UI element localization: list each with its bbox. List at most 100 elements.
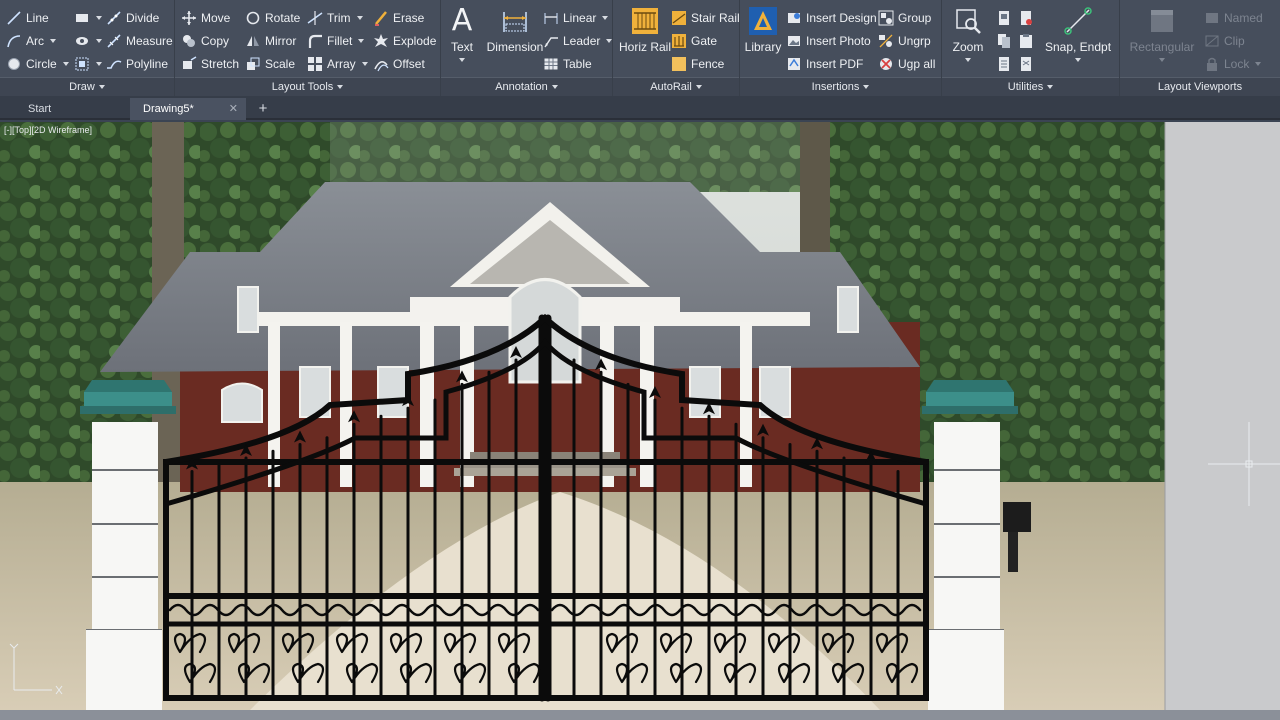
rectangular-viewport-button[interactable]: Rectangular <box>1126 4 1198 62</box>
stretch-icon <box>181 56 197 72</box>
measure-button[interactable]: Measure <box>106 31 173 51</box>
explode-label: Explode <box>393 34 437 48</box>
panel-layout-viewports: Rectangular Named Clip Lock Layout Viewp… <box>1120 0 1280 96</box>
dimension-button[interactable]: Dimension <box>483 4 547 54</box>
linear-dimension-icon <box>543 10 559 26</box>
erase-button[interactable]: Erase <box>373 8 424 28</box>
horiz-rail-button[interactable]: Horiz Rail <box>617 4 673 54</box>
line-button[interactable]: Line <box>6 8 49 28</box>
fillet-button[interactable]: Fillet <box>307 31 365 51</box>
panel-autorail: Horiz Rail Stair Rail Gate Fence AutoRai… <box>613 0 740 96</box>
tab-start[interactable]: Start <box>0 98 128 120</box>
panel-title-utilities-text: Utilities <box>1007 81 1044 93</box>
group-button[interactable]: Group <box>878 8 931 28</box>
dimension-icon <box>498 4 532 38</box>
layer-stack-icon <box>1018 56 1034 72</box>
ungroup-all-icon <box>878 56 894 72</box>
file-tab-bar: Start Drawing5* ✕ + <box>0 96 1280 120</box>
layer-tool-3-button[interactable] <box>996 31 1016 51</box>
copy-icon <box>181 33 197 49</box>
tab-drawing5[interactable]: Drawing5* ✕ <box>130 98 246 120</box>
array-button[interactable]: Array <box>307 54 368 74</box>
fence-icon <box>671 56 687 72</box>
offset-button[interactable]: Offset <box>373 54 425 74</box>
rectangle-button[interactable] <box>74 8 102 28</box>
trim-button[interactable]: Trim <box>307 8 363 28</box>
snap-endpoint-icon <box>1061 4 1095 38</box>
move-button[interactable]: Move <box>181 8 230 28</box>
ungroup-button[interactable]: Ungrp <box>878 31 931 51</box>
panel-title-annotation-text: Annotation <box>495 81 548 93</box>
offset-icon <box>373 56 389 72</box>
horiz-rail-label: Horiz Rail <box>618 40 671 54</box>
boundary-button[interactable] <box>74 54 102 74</box>
horiz-rail-icon <box>628 4 662 38</box>
close-icon[interactable]: ✕ <box>229 98 238 120</box>
lock-viewport-button[interactable]: Lock <box>1204 54 1262 74</box>
lock-icon <box>1204 56 1220 72</box>
insert-photo-label: Insert Photo <box>806 34 871 48</box>
named-viewport-icon <box>1204 10 1220 26</box>
ungroup-all-button[interactable]: Ugp all <box>878 54 935 74</box>
polyline-button[interactable]: Polyline <box>106 54 168 74</box>
panel-title-draw[interactable]: Draw <box>0 77 174 96</box>
gate-button[interactable]: Gate <box>671 31 717 51</box>
snap-endpoint-button[interactable]: Snap, Endpt <box>1045 4 1111 62</box>
named-viewport-button[interactable]: Named <box>1204 8 1263 28</box>
group-label: Group <box>898 11 932 25</box>
copy-button[interactable]: Copy <box>181 31 229 51</box>
text-label: Text <box>450 40 473 54</box>
panel-title-autorail[interactable]: AutoRail <box>613 77 739 96</box>
scale-button[interactable]: Scale <box>245 54 295 74</box>
layer-tool-4-button[interactable] <box>1018 31 1038 51</box>
panel-title-insertions[interactable]: Insertions <box>740 77 941 96</box>
explode-button[interactable]: Explode <box>373 31 436 51</box>
stretch-button[interactable]: Stretch <box>181 54 239 74</box>
text-button[interactable]: A Text <box>447 4 477 62</box>
fence-button[interactable]: Fence <box>671 54 724 74</box>
panel-title-layout-viewports[interactable]: Layout Viewports <box>1120 77 1280 96</box>
circle-label: Circle <box>26 57 57 71</box>
polyline-label: Polyline <box>126 57 169 71</box>
linear-button[interactable]: Linear <box>543 8 609 28</box>
layer-tool-5-button[interactable] <box>996 54 1016 74</box>
insert-design-label: Insert Design <box>806 11 877 25</box>
panel-title-layout-tools[interactable]: Layout Tools <box>175 77 440 96</box>
insert-pdf-button[interactable]: Insert PDF <box>786 54 863 74</box>
gate-icon <box>671 33 687 49</box>
offset-label: Offset <box>393 57 425 71</box>
mirror-button[interactable]: Mirror <box>245 31 296 51</box>
panel-title-utilities[interactable]: Utilities <box>942 77 1119 96</box>
trim-label: Trim <box>327 11 351 25</box>
line-icon <box>6 10 22 26</box>
stair-rail-button[interactable]: Stair Rail <box>671 8 740 28</box>
copy-document-icon <box>996 33 1012 49</box>
rotate-button[interactable]: Rotate <box>245 8 300 28</box>
table-button[interactable]: Table <box>543 54 592 74</box>
new-tab-button[interactable]: + <box>252 99 274 119</box>
app-window: Line Arc Circle Divide Measure Polyline … <box>0 0 1280 720</box>
circle-button[interactable]: Circle <box>6 54 69 74</box>
library-button[interactable]: Library <box>745 4 781 54</box>
arc-button[interactable]: Arc <box>6 31 56 51</box>
rectangular-label: Rectangular <box>1129 40 1195 54</box>
viewport-controls-label[interactable]: [-][Top][2D Wireframe] <box>4 125 92 135</box>
layer-tool-6-button[interactable] <box>1018 54 1038 74</box>
move-icon <box>181 10 197 26</box>
leader-icon <box>543 33 559 49</box>
zoom-button[interactable]: Zoom <box>950 4 986 62</box>
line-label: Line <box>26 11 49 25</box>
leader-button[interactable]: Leader <box>543 31 613 51</box>
layer-tool-2-button[interactable] <box>1018 8 1038 28</box>
clip-viewport-button[interactable]: Clip <box>1204 31 1245 51</box>
arc-icon <box>6 33 22 49</box>
insert-design-button[interactable]: Insert Design <box>786 8 877 28</box>
model-viewport[interactable]: [-][Top][2D Wireframe] <box>0 122 1280 710</box>
model-space-area <box>1165 122 1280 710</box>
layer-tool-1-button[interactable] <box>996 8 1016 28</box>
hatch-button[interactable] <box>74 31 102 51</box>
divide-button[interactable]: Divide <box>106 8 159 28</box>
insert-photo-button[interactable]: Insert Photo <box>786 31 871 51</box>
panel-title-annotation[interactable]: Annotation <box>441 77 612 96</box>
linear-label: Linear <box>563 11 597 25</box>
